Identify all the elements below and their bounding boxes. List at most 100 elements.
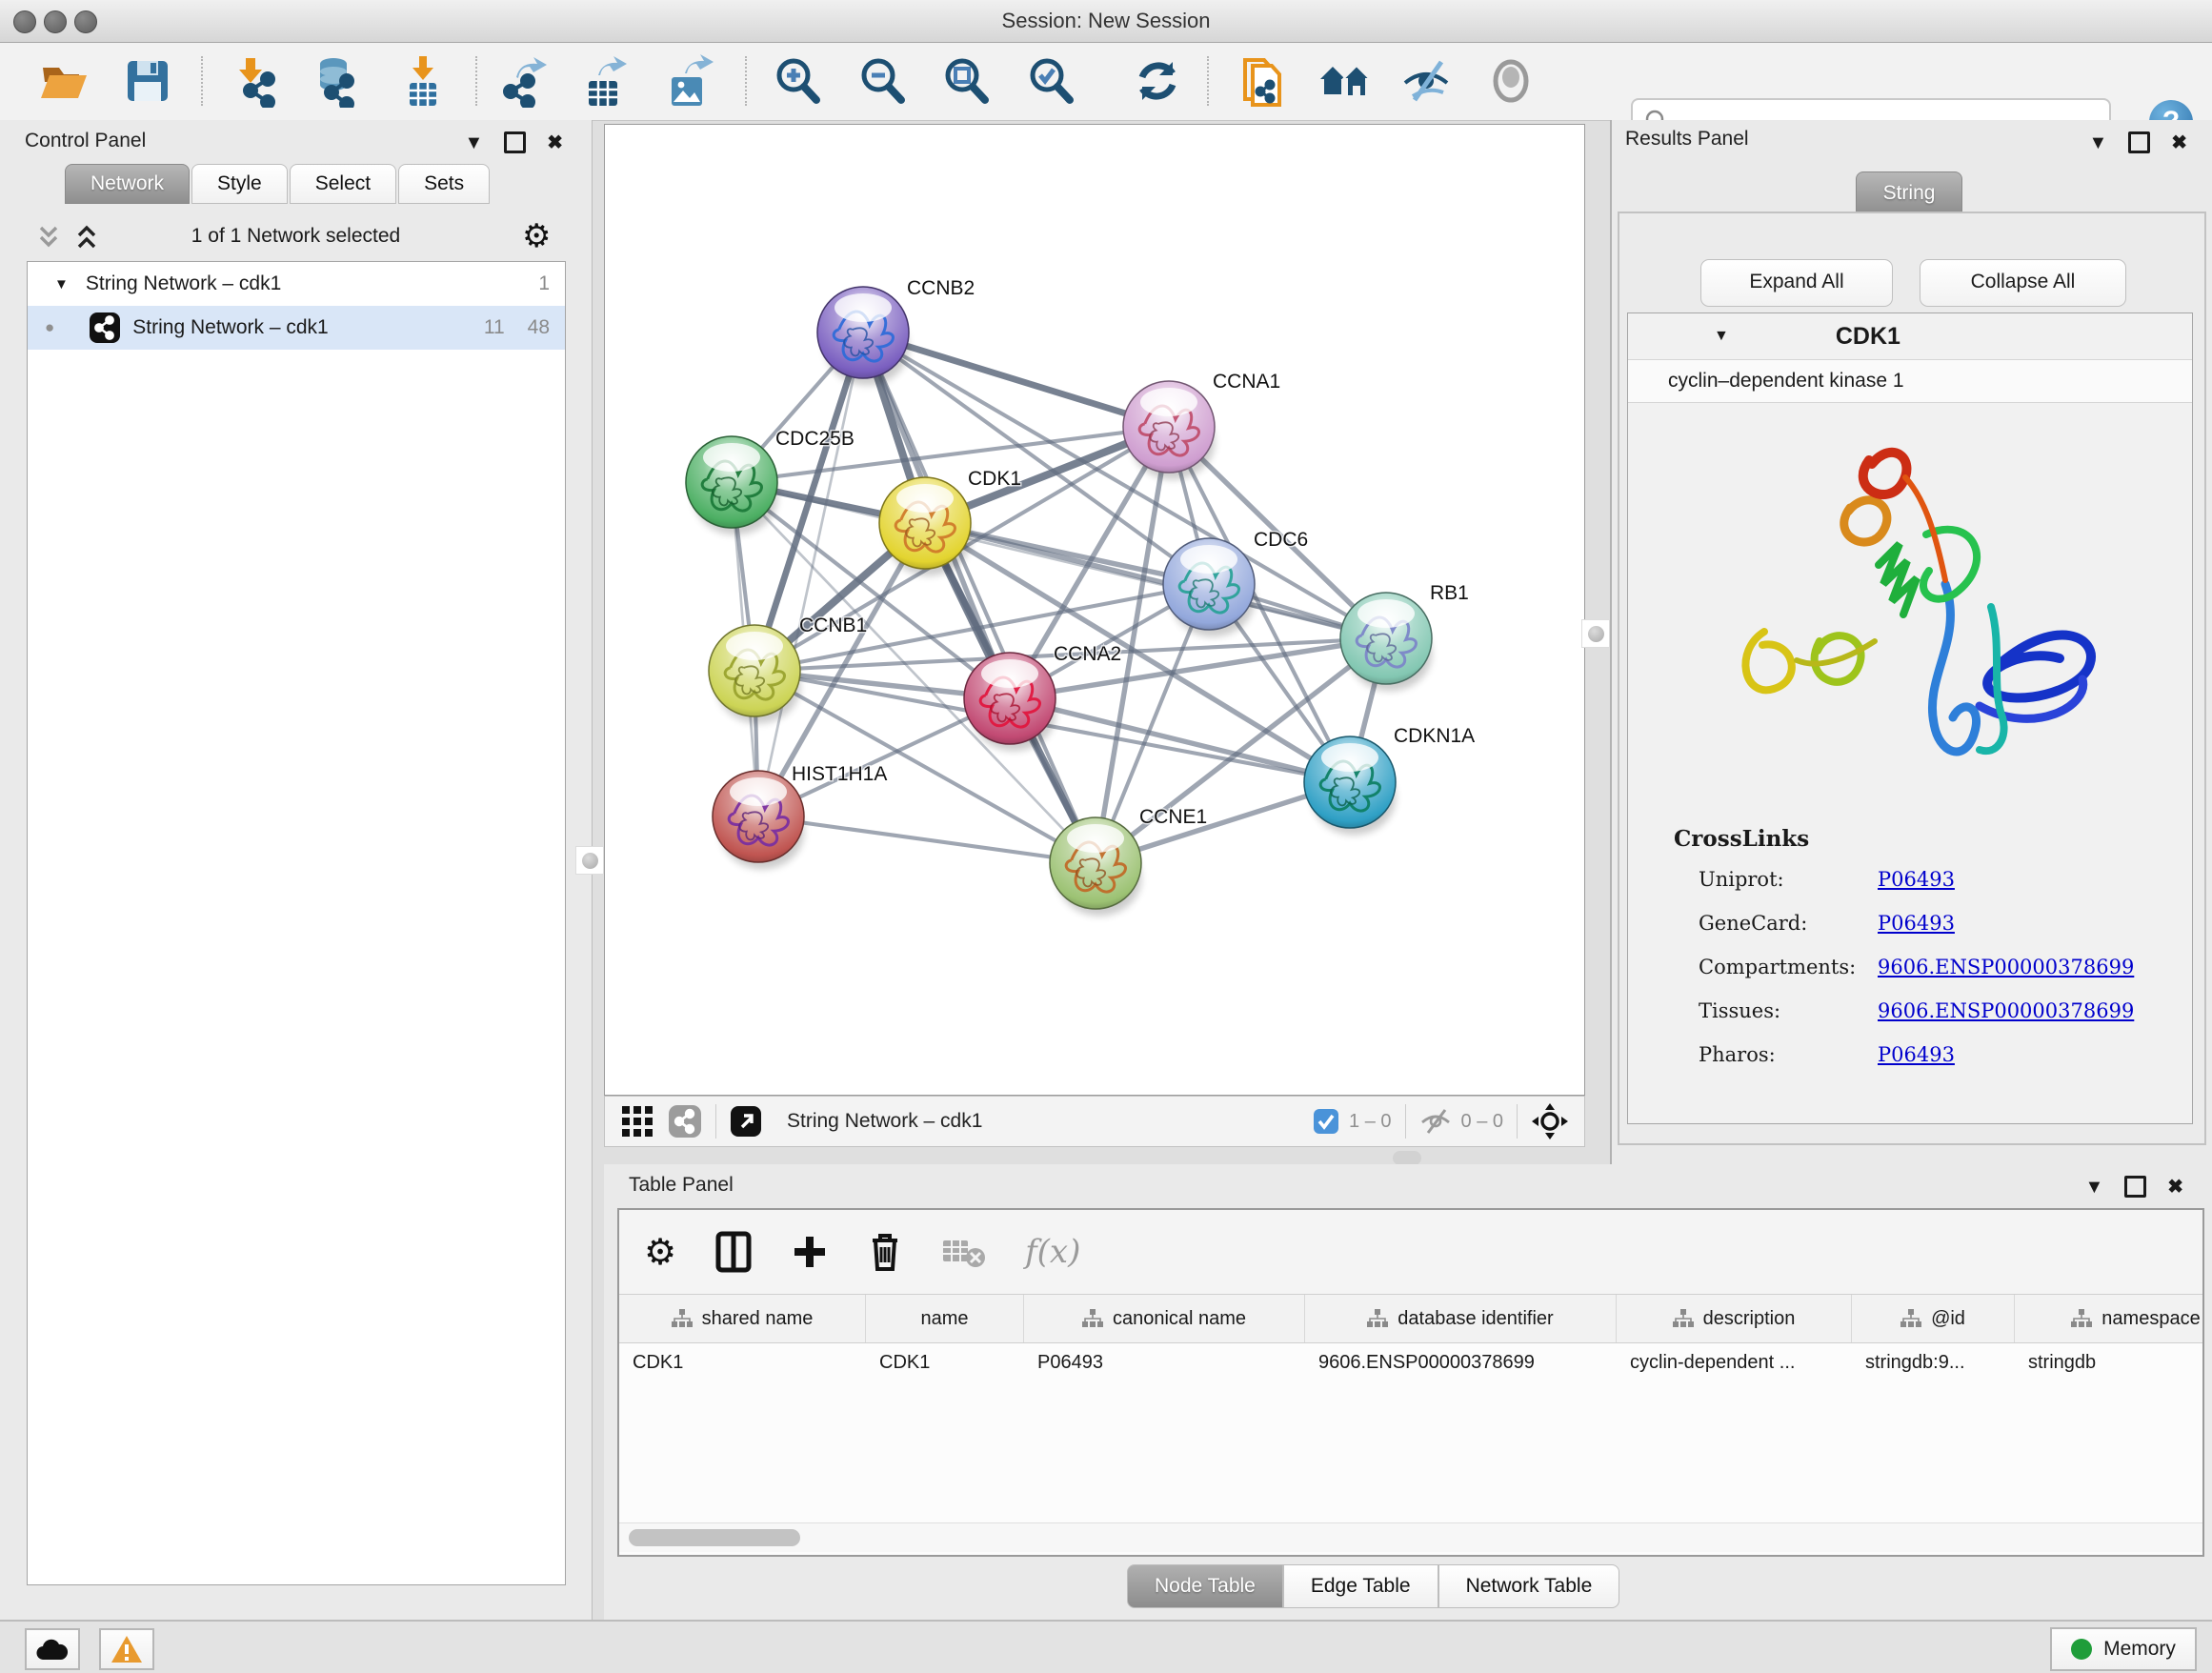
network-node-ccna2[interactable] — [964, 653, 1056, 751]
panel-close-icon[interactable]: ✖ — [2167, 1178, 2183, 1197]
crosslink-link[interactable]: P06493 — [1878, 1043, 1955, 1066]
tab-network[interactable]: Network — [65, 164, 190, 204]
table-options-gear-icon[interactable]: ⚙ — [644, 1233, 676, 1271]
right-splitter-handle[interactable] — [1581, 619, 1610, 648]
network-row[interactable]: ● String Network – cdk1 11 48 — [28, 306, 565, 350]
crosslink-link[interactable]: P06493 — [1878, 868, 1955, 891]
crosslink-link[interactable]: P06493 — [1878, 912, 1955, 935]
table-cell[interactable]: CDK1 — [619, 1341, 866, 1383]
first-neighbors-button[interactable] — [1318, 54, 1372, 108]
column-header-database-identifier[interactable]: database identifier — [1305, 1295, 1617, 1342]
add-column-icon[interactable] — [791, 1233, 829, 1271]
tab-sets[interactable]: Sets — [398, 164, 490, 204]
network-node-ccnb1[interactable] — [709, 625, 800, 723]
cloud-status-button[interactable] — [25, 1628, 80, 1670]
panel-menu-icon[interactable]: ▼ — [464, 133, 483, 152]
network-edge[interactable] — [925, 523, 1386, 638]
table-cell[interactable]: stringdb — [2015, 1341, 2204, 1383]
selected-checkbox-icon[interactable] — [1313, 1108, 1339, 1135]
panel-float-icon[interactable] — [2124, 1176, 2146, 1198]
zoom-selected-button[interactable] — [1024, 54, 1077, 108]
network-node-cdc25b[interactable] — [686, 436, 777, 534]
network-node-cdkn1a[interactable] — [1304, 736, 1396, 835]
column-header-shared-name[interactable]: shared name — [619, 1295, 866, 1342]
grid-view-icon[interactable] — [620, 1104, 654, 1139]
tab-string[interactable]: String — [1856, 171, 1962, 214]
panel-menu-icon[interactable]: ▼ — [2088, 133, 2107, 152]
bottom-splitter-handle[interactable] — [1393, 1151, 1421, 1165]
tab-network-table[interactable]: Network Table — [1438, 1564, 1620, 1608]
tab-select[interactable]: Select — [290, 164, 396, 204]
column-header-canonical-name[interactable]: canonical name — [1024, 1295, 1305, 1342]
network-edge[interactable] — [863, 333, 1169, 427]
network-node-ccna1[interactable] — [1123, 381, 1215, 479]
network-node-rb1[interactable] — [1340, 593, 1432, 691]
collapse-all-chevrons-icon[interactable] — [34, 223, 63, 252]
delete-column-icon[interactable] — [867, 1231, 903, 1273]
panel-float-icon[interactable] — [504, 131, 526, 153]
network-badge-icon[interactable] — [668, 1104, 702, 1139]
zoom-fit-button[interactable] — [939, 54, 993, 108]
network-node-cdc6[interactable] — [1163, 538, 1255, 636]
save-session-button[interactable] — [121, 54, 174, 108]
column-header--id[interactable]: @id — [1852, 1295, 2015, 1342]
scrollbar-thumb[interactable] — [629, 1529, 800, 1546]
network-options-gear-icon[interactable]: ⚙ — [522, 217, 551, 255]
node-label-ccnb2: CCNB2 — [907, 277, 975, 299]
table-horizontal-scrollbar[interactable] — [619, 1522, 2202, 1552]
table-row[interactable]: CDK1CDK1P064939606.ENSP00000378699cyclin… — [619, 1341, 2204, 1383]
export-image-button[interactable] — [662, 54, 715, 108]
column-header-name[interactable]: name — [866, 1295, 1024, 1342]
toolbar-separator — [745, 56, 747, 106]
memory-button[interactable]: Memory — [2050, 1627, 2197, 1671]
collapse-all-button[interactable]: Collapse All — [1920, 259, 2126, 307]
network-node-cdk1[interactable] — [879, 477, 971, 575]
zoom-out-button[interactable] — [855, 54, 909, 108]
hide-selected-button[interactable] — [1399, 54, 1453, 108]
import-network-database-button[interactable] — [309, 54, 362, 108]
string-import-button[interactable] — [1237, 54, 1291, 108]
apply-layout-button[interactable] — [1131, 54, 1184, 108]
show-all-button[interactable] — [1484, 54, 1538, 108]
column-label: name — [920, 1308, 968, 1330]
crosslink-link[interactable]: 9606.ENSP00000378699 — [1878, 956, 2134, 978]
panel-menu-icon[interactable]: ▼ — [2084, 1178, 2103, 1197]
gene-header-row[interactable]: ▼ CDK1 — [1628, 313, 2192, 359]
crosslink-link[interactable]: 9606.ENSP00000378699 — [1878, 999, 2134, 1022]
import-table-file-button[interactable] — [396, 54, 450, 108]
network-node-hist1h1a[interactable] — [713, 771, 804, 869]
network-collection-row[interactable]: ▼ String Network – cdk1 1 — [28, 262, 565, 306]
table-cell[interactable]: 9606.ENSP00000378699 — [1305, 1341, 1617, 1383]
birds-eye-view-icon[interactable] — [1531, 1102, 1569, 1140]
column-header-namespace[interactable]: namespace — [2015, 1295, 2204, 1342]
panel-float-icon[interactable] — [2128, 131, 2150, 153]
network-node-ccne1[interactable] — [1050, 817, 1141, 916]
tree-expander-icon[interactable]: ▼ — [54, 276, 69, 292]
table-cell[interactable]: stringdb:9... — [1852, 1341, 2015, 1383]
expand-all-chevrons-icon[interactable] — [72, 223, 101, 252]
warnings-button[interactable] — [99, 1628, 154, 1670]
table-cell[interactable]: P06493 — [1024, 1341, 1305, 1383]
tab-node-table[interactable]: Node Table — [1127, 1564, 1283, 1608]
detach-view-icon[interactable] — [730, 1105, 762, 1138]
panel-close-icon[interactable]: ✖ — [547, 133, 563, 152]
import-network-file-button[interactable] — [231, 54, 285, 108]
network-view-canvas[interactable]: CCNB2CCNA1CDC25BCDK1CDC6RB1CCNB1CCNA2CDK… — [604, 124, 1585, 1096]
tab-edge-table[interactable]: Edge Table — [1283, 1564, 1438, 1608]
export-table-button[interactable] — [577, 54, 631, 108]
zoom-in-button[interactable] — [771, 54, 824, 108]
column-header-description[interactable]: description — [1617, 1295, 1852, 1342]
expand-all-button[interactable]: Expand All — [1700, 259, 1893, 307]
export-network-button[interactable] — [495, 54, 549, 108]
left-splitter-handle[interactable] — [575, 846, 604, 875]
table-cell[interactable]: cyclin-dependent ... — [1617, 1341, 1852, 1383]
table-cell[interactable]: CDK1 — [866, 1341, 1024, 1383]
gene-expander-icon[interactable]: ▼ — [1714, 328, 1729, 345]
network-edge[interactable] — [758, 816, 1096, 863]
open-session-button[interactable] — [37, 54, 90, 108]
network-graph[interactable]: CCNB2CCNA1CDC25BCDK1CDC6RB1CCNB1CCNA2CDK… — [605, 125, 1584, 1095]
tab-style[interactable]: Style — [191, 164, 288, 204]
network-edge[interactable] — [863, 333, 1096, 863]
show-columns-icon[interactable] — [714, 1231, 753, 1273]
panel-close-icon[interactable]: ✖ — [2171, 133, 2187, 152]
